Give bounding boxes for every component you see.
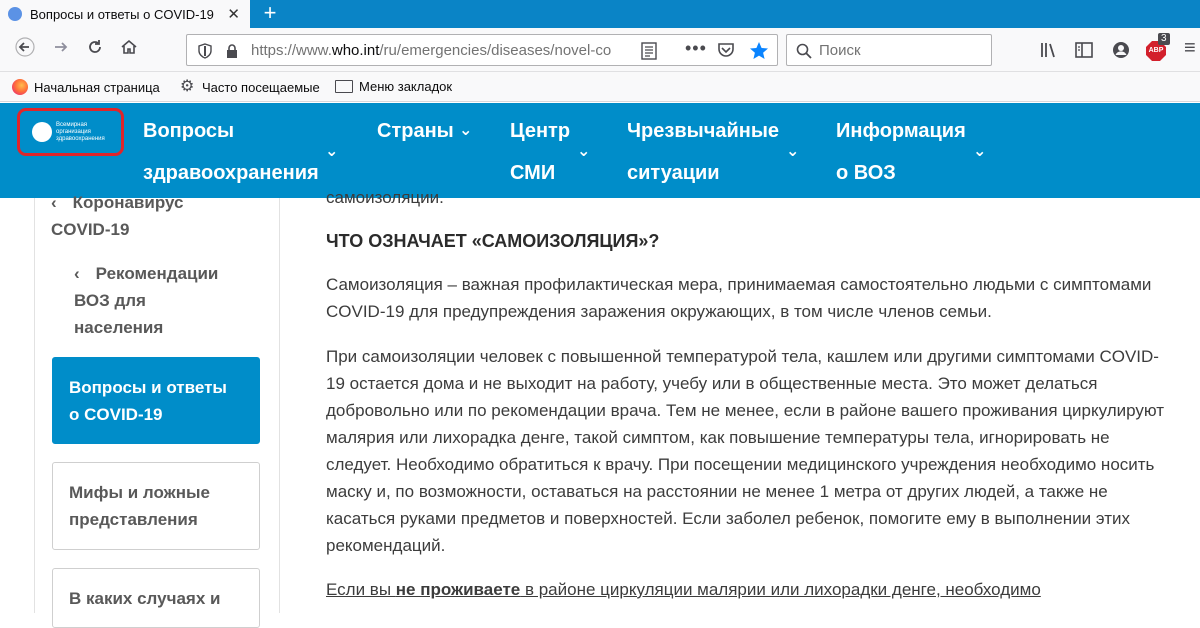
- home-icon: [121, 39, 137, 54]
- page-actions-icon[interactable]: •••: [685, 38, 707, 59]
- who-logo[interactable]: Всемирная организация здравоохранения: [17, 108, 124, 156]
- address-bar[interactable]: https://www.who.int/ru/emergencies/disea…: [186, 34, 778, 66]
- chevron-left-icon: ‹: [74, 264, 80, 283]
- chevron-down-icon: ⌄: [325, 143, 339, 160]
- navigation-toolbar: https://www.who.int/ru/emergencies/disea…: [0, 28, 1200, 72]
- who-emblem-icon: [32, 122, 52, 142]
- account-icon[interactable]: [1112, 41, 1130, 59]
- pocket-icon[interactable]: [717, 42, 735, 58]
- breadcrumb-coronavirus[interactable]: ‹ Коронавирус COVID-19: [51, 189, 183, 243]
- reload-icon: [89, 40, 101, 53]
- bookmark-most-visited[interactable]: ⚙ Часто посещаемые: [180, 79, 320, 95]
- nav-card-qa-covid[interactable]: Вопросы и ответы о COVID-19: [52, 357, 260, 444]
- reader-view-icon[interactable]: [641, 42, 657, 60]
- menu-countries[interactable]: Страны: [377, 110, 454, 152]
- home-button[interactable]: [116, 37, 142, 63]
- library-icon[interactable]: [1040, 41, 1058, 59]
- forward-button[interactable]: [48, 37, 74, 63]
- menu-emergencies[interactable]: Чрезвычайные ситуации: [627, 110, 779, 194]
- sidebar-toggle-icon[interactable]: [1075, 41, 1093, 59]
- new-tab-button[interactable]: +: [258, 2, 282, 26]
- bookmark-start-page[interactable]: Начальная страница: [12, 79, 160, 95]
- menu-icon[interactable]: ≡: [1184, 37, 1196, 60]
- url-text[interactable]: https://www.who.int/ru/emergencies/disea…: [251, 42, 641, 59]
- tab-title: Вопросы и ответы о COVID-19: [30, 6, 214, 22]
- gear-icon: ⚙: [180, 78, 195, 95]
- menu-health-topics[interactable]: Вопросы здравоохранения: [143, 110, 319, 194]
- back-arrow-icon: [15, 37, 35, 57]
- search-bar[interactable]: Поиск: [786, 34, 992, 66]
- section-nav: ‹ Коронавирус COVID-19 ‹ Рекомендации ВОЗ …: [34, 193, 280, 628]
- adblock-count-badge: 3: [1158, 33, 1170, 45]
- paragraph-2: При самоизоляции человек с повышенной те…: [326, 347, 1165, 555]
- chevron-down-icon: ⌄: [577, 143, 591, 160]
- chevron-down-icon: ⌄: [459, 122, 473, 139]
- search-placeholder: Поиск: [819, 42, 861, 59]
- tab-close-icon[interactable]: ✕: [227, 5, 240, 23]
- reload-button[interactable]: [82, 37, 108, 63]
- chevron-left-icon: ‹: [51, 193, 57, 212]
- firefox-icon: [12, 79, 28, 95]
- logo-text: Всемирная организация здравоохранения: [56, 121, 105, 142]
- bookmark-star-icon[interactable]: [749, 41, 769, 60]
- tab-strip: Вопросы и ответы о COVID-19 ✕ +: [0, 0, 1200, 28]
- paragraph-1: Самоизоляция – важная профилактическая м…: [326, 275, 1152, 321]
- section-heading: ЧТО ОЗНАЧАЕТ «САМОИЗОЛЯЦИЯ»?: [326, 231, 660, 251]
- breadcrumb-recommendations[interactable]: ‹ Рекомендации ВОЗ для населения: [74, 260, 218, 341]
- folder-icon: [335, 80, 353, 93]
- cut-off-text: самоизоляции.: [326, 188, 444, 207]
- tracking-shield-icon[interactable]: [197, 43, 213, 59]
- lock-icon[interactable]: [225, 43, 239, 59]
- tab-active[interactable]: Вопросы и ответы о COVID-19 ✕: [0, 0, 250, 28]
- nav-card-when[interactable]: В каких случаях и: [52, 568, 260, 628]
- chevron-down-icon: ⌄: [973, 143, 987, 160]
- forward-arrow-icon: [55, 42, 68, 52]
- paragraph-3: Если вы не проживаете в районе циркуляци…: [326, 580, 1041, 599]
- back-button[interactable]: [12, 37, 38, 63]
- who-favicon-icon: [8, 7, 22, 21]
- search-icon: [796, 43, 812, 59]
- bookmark-menu[interactable]: Меню закладок: [335, 79, 452, 94]
- chevron-down-icon: ⌄: [786, 143, 800, 160]
- nav-card-myths[interactable]: Мифы и ложные представления: [52, 462, 260, 550]
- menu-media-centre[interactable]: Центр СМИ: [510, 110, 570, 194]
- bookmarks-toolbar: Начальная страница ⚙ Часто посещаемые Ме…: [0, 72, 1200, 102]
- menu-about-who[interactable]: Информация о ВОЗ: [836, 110, 966, 194]
